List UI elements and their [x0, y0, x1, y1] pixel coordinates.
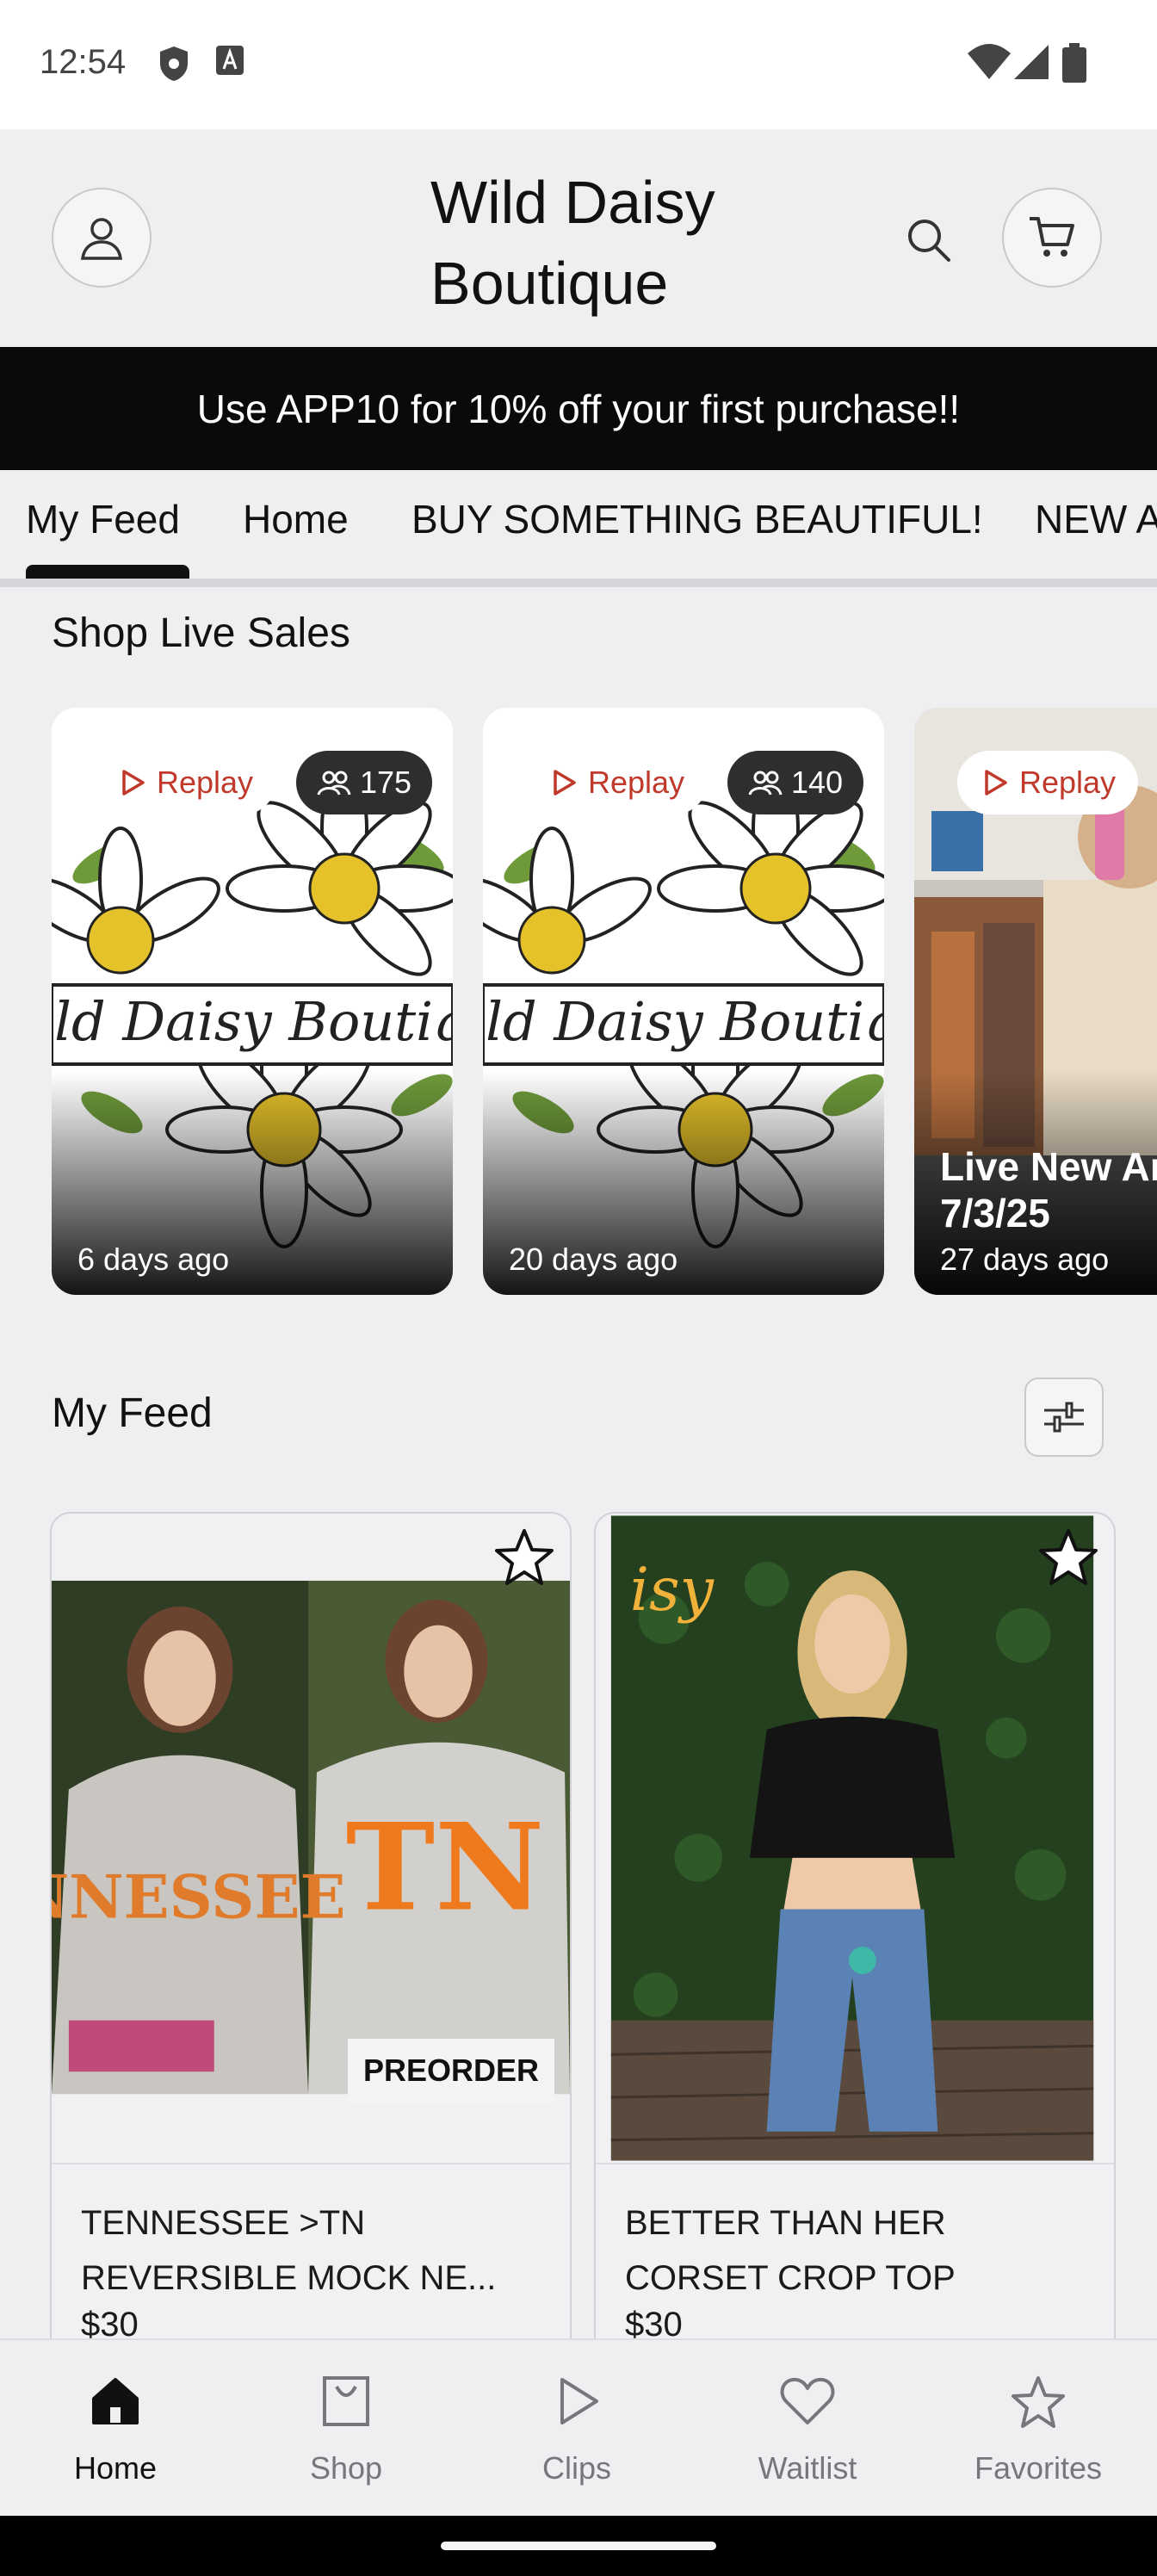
- play-outline-icon: [122, 770, 145, 796]
- app-header: Wild Daisy Boutique: [0, 129, 1157, 347]
- live-sale-age: 27 days ago: [940, 1242, 1110, 1277]
- live-sale-card[interactable]: Replay Live New Ar 7/3/25 27 days ago: [914, 708, 1157, 1295]
- font-icon: [216, 46, 244, 75]
- promo-banner[interactable]: Use APP10 for 10% off your first purchas…: [0, 347, 1157, 470]
- feed-title: My Feed: [52, 1390, 213, 1436]
- replay-badge: Replay: [957, 751, 1139, 814]
- card-divider: [52, 2163, 570, 2164]
- product-name: BETTER THAN HER CORSET CROP TOP: [625, 2204, 956, 2297]
- tab-home[interactable]: Home: [243, 496, 349, 542]
- gesture-handle[interactable]: [441, 2542, 716, 2550]
- daisy-logo-text: ild Daisy Boutiq: [52, 990, 453, 1053]
- sweatshirt-text-1: NNESSEE: [52, 1862, 345, 1932]
- shopping-bag-icon: [323, 2376, 369, 2426]
- viewer-count-badge: 140: [727, 751, 864, 814]
- battery-icon: [1062, 43, 1086, 83]
- user-icon: [80, 218, 123, 260]
- card-divider: [596, 2163, 1114, 2164]
- live-sale-card[interactable]: ild Daisy Boutiq Replay 140 20 days ago: [483, 708, 884, 1295]
- live-sales-title: Shop Live Sales: [52, 610, 350, 656]
- status-bar: 12:54: [0, 0, 1157, 129]
- nav-waitlist-label: Waitlist: [758, 2450, 857, 2486]
- tabs-divider: [0, 579, 1157, 587]
- replay-label: Replay: [1019, 765, 1117, 800]
- favorite-star-icon[interactable]: [494, 1527, 554, 1588]
- product-name: TENNESSEE >TN REVERSIBLE MOCK NE...: [81, 2204, 497, 2297]
- home-icon: [92, 2378, 139, 2424]
- play-outline-icon: [554, 770, 576, 796]
- nav-favorites-label: Favorites: [974, 2450, 1103, 2486]
- daisy-logo-text: ild Daisy Boutiq: [483, 990, 884, 1053]
- viewers-icon: [748, 771, 783, 796]
- live-sale-age: 6 days ago: [77, 1242, 230, 1277]
- live-sale-age: 20 days ago: [509, 1242, 678, 1277]
- sweatshirt-text-2: TN: [346, 1796, 545, 1937]
- product-card[interactable]: isy BETTER THAN HER CORSET CROP TOP $30: [594, 1512, 1116, 2373]
- favorite-star-icon[interactable]: [1038, 1527, 1098, 1588]
- star-icon: [1012, 2376, 1065, 2428]
- bottom-navigation: Home Shop Clips Waitlist Favorites: [0, 2338, 1157, 2517]
- shield-icon: [160, 46, 188, 81]
- tab-buy-something-beautiful[interactable]: BUY SOMETHING BEAUTIFUL!: [411, 496, 983, 542]
- nav-favorites[interactable]: Favorites: [923, 2340, 1154, 2517]
- heart-icon: [780, 2377, 835, 2424]
- viewer-count-badge: 175: [296, 751, 433, 814]
- account-button[interactable]: [52, 188, 152, 288]
- status-time: 12:54: [40, 43, 127, 81]
- cart-button[interactable]: [1002, 188, 1102, 288]
- replay-label: Replay: [588, 765, 685, 800]
- brand-title: Wild Daisy Boutique: [430, 169, 715, 317]
- preorder-badge: PREORDER: [347, 2039, 554, 2102]
- active-tab-indicator: [26, 565, 189, 579]
- product-image: isy: [596, 1515, 1114, 2161]
- sliders-icon: [1044, 1402, 1084, 1433]
- wifi-icon: [968, 44, 1011, 79]
- replay-label: Replay: [157, 765, 254, 800]
- tab-my-feed[interactable]: My Feed: [26, 496, 180, 542]
- search-icon[interactable]: [904, 215, 952, 263]
- viewers-icon: [317, 771, 351, 796]
- live-sale-card[interactable]: ild Daisy Boutiq Replay 175 6 days ago: [52, 708, 453, 1295]
- nav-shop-label: Shop: [309, 2450, 383, 2486]
- play-icon: [560, 2378, 598, 2424]
- nav-shop[interactable]: Shop: [231, 2340, 461, 2517]
- live-sale-title: Live New Ar 7/3/25: [940, 1144, 1157, 1235]
- nav-home-label: Home: [73, 2450, 158, 2486]
- neon-sign-text: isy: [630, 1555, 715, 1625]
- viewer-count: 175: [360, 765, 412, 800]
- replay-badge: Replay: [526, 751, 708, 814]
- nav-home[interactable]: Home: [0, 2340, 231, 2517]
- product-card[interactable]: NNESSEE TN PREORDER TENNESSEE >TN REVERS…: [50, 1512, 572, 2373]
- nav-waitlist[interactable]: Waitlist: [692, 2340, 923, 2517]
- nav-clips[interactable]: Clips: [461, 2340, 692, 2517]
- gesture-bar: [0, 2516, 1157, 2576]
- cell-signal-icon: [1014, 45, 1049, 79]
- play-outline-icon: [985, 770, 1007, 796]
- category-tabs: My Feed Home BUY SOMETHING BEAUTIFUL! NE…: [0, 470, 1157, 591]
- filter-button[interactable]: [1024, 1378, 1104, 1457]
- tab-new-arrivals[interactable]: NEW A: [1035, 496, 1157, 542]
- promo-text: Use APP10 for 10% off your first purchas…: [196, 386, 961, 431]
- nav-clips-label: Clips: [541, 2450, 611, 2486]
- cart-icon: [1030, 217, 1074, 257]
- viewer-count: 140: [791, 765, 844, 800]
- replay-badge: Replay: [95, 751, 276, 814]
